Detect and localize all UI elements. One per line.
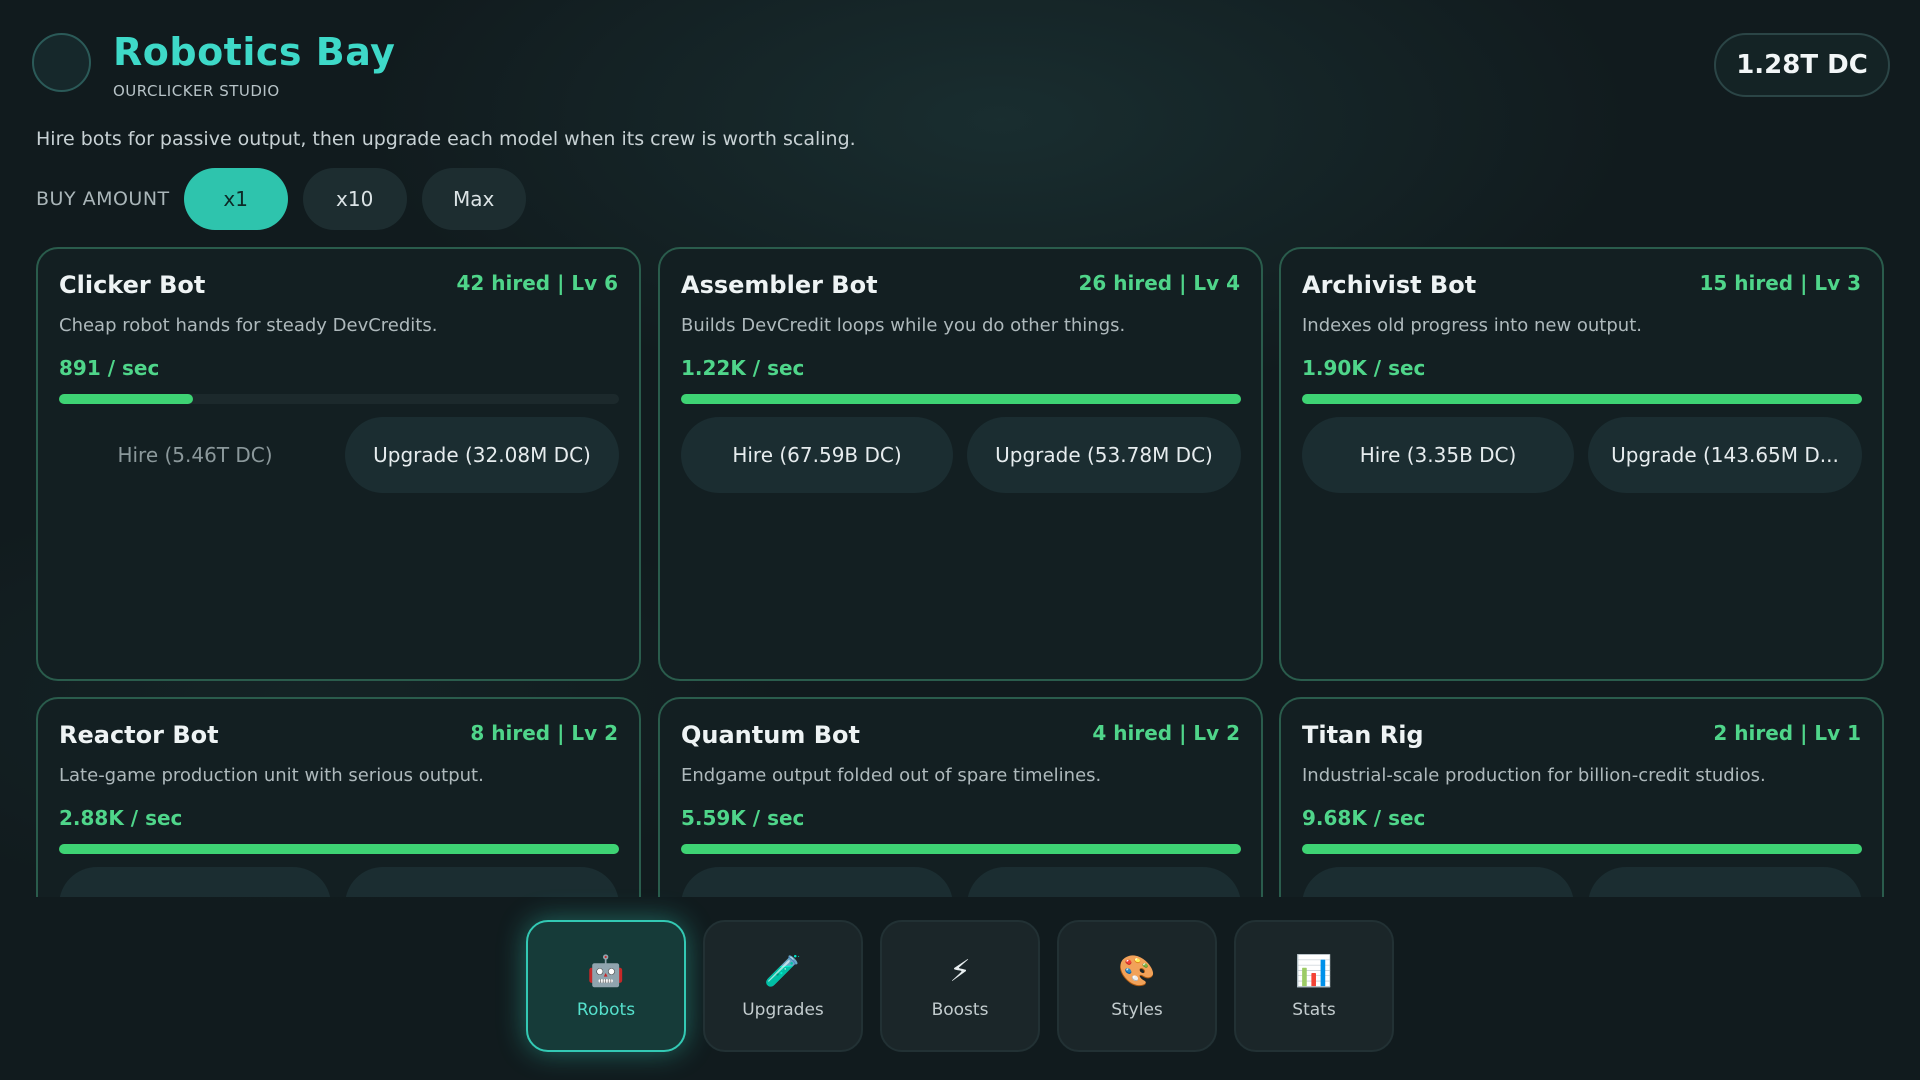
bot-description: Builds DevCredit loops while you do othe…	[681, 315, 1126, 336]
nav-label: Boosts	[931, 1000, 989, 1020]
bar-chart-icon: 📊	[1295, 954, 1333, 989]
bot-hired-level: 4 hired | Lv 2	[1092, 721, 1240, 745]
bot-name: Archivist Bot	[1302, 271, 1477, 299]
buy-amount-selector: BUY AMOUNT x1 x10 Max	[36, 168, 541, 230]
lightning-icon: ⚡	[949, 954, 971, 989]
bot-progress-bar	[681, 844, 1241, 854]
hire-button[interactable]	[59, 867, 331, 897]
hire-button[interactable]: Hire (5.46T DC)	[59, 417, 331, 493]
upgrade-button[interactable]	[1588, 867, 1862, 897]
progress-fill	[681, 844, 1241, 854]
bot-hired-level: 8 hired | Lv 2	[470, 721, 618, 745]
hire-button[interactable]: Hire (67.59B DC)	[681, 417, 953, 493]
nav-label: Stats	[1292, 1000, 1336, 1020]
nav-label: Styles	[1111, 1000, 1163, 1020]
bot-rate: 5.59K / sec	[681, 806, 805, 830]
bot-description: Industrial-scale production for billion-…	[1302, 765, 1766, 786]
bot-card-clicker: Clicker Bot 42 hired | Lv 6 Cheap robot …	[36, 247, 641, 681]
bot-progress-bar	[59, 394, 619, 404]
upgrade-button[interactable]: Upgrade (53.78M DC)	[967, 417, 1241, 493]
nav-tab-styles[interactable]: 🎨 Styles	[1057, 920, 1217, 1052]
hire-button[interactable]	[681, 867, 953, 897]
app-header: Robotics Bay OURCLICKER STUDIO 1.28T DC	[32, 30, 1890, 100]
nav-label: Robots	[576, 1000, 636, 1020]
progress-fill	[681, 394, 1241, 404]
bot-rate: 9.68K / sec	[1302, 806, 1426, 830]
bot-name: Reactor Bot	[59, 721, 219, 749]
bot-description: Cheap robot hands for steady DevCredits.	[59, 315, 438, 336]
bot-card-assembler: Assembler Bot 26 hired | Lv 4 Builds Dev…	[658, 247, 1263, 681]
progress-fill	[59, 394, 194, 404]
bot-name: Clicker Bot	[59, 271, 206, 299]
bot-progress-bar	[1302, 844, 1862, 854]
studio-name: OURCLICKER STUDIO	[113, 82, 280, 100]
bot-progress-bar	[681, 394, 1241, 404]
bot-hired-level: 2 hired | Lv 1	[1713, 721, 1861, 745]
nav-tab-robots[interactable]: 🤖 Robots	[526, 920, 686, 1052]
bot-rate: 1.90K / sec	[1302, 356, 1426, 380]
bot-hired-level: 26 hired | Lv 4	[1078, 271, 1240, 295]
nav-tab-stats[interactable]: 📊 Stats	[1234, 920, 1394, 1052]
bot-description: Late-game production unit with serious o…	[59, 765, 484, 786]
bot-progress-bar	[59, 844, 619, 854]
upgrade-button[interactable]	[967, 867, 1241, 897]
nav-label: Upgrades	[742, 1000, 824, 1020]
nav-tab-upgrades[interactable]: 🧪 Upgrades	[703, 920, 863, 1052]
robot-icon: 🤖	[587, 954, 625, 989]
bot-rate: 2.88K / sec	[59, 806, 183, 830]
buy-amount-label: BUY AMOUNT	[36, 188, 170, 210]
logo-icon	[32, 33, 91, 92]
palette-icon: 🎨	[1118, 954, 1156, 989]
hire-button[interactable]: Hire (3.35B DC)	[1302, 417, 1574, 493]
nav-tab-boosts[interactable]: ⚡ Boosts	[880, 920, 1040, 1052]
intro-text: Hire bots for passive output, then upgra…	[36, 128, 856, 150]
bot-card-titan: Titan Rig 2 hired | Lv 1 Industrial-scal…	[1279, 697, 1884, 897]
progress-fill	[59, 844, 619, 854]
bot-name: Quantum Bot	[681, 721, 860, 749]
balance-badge: 1.28T DC	[1714, 33, 1890, 97]
buy-x10-button[interactable]: x10	[302, 168, 407, 230]
bot-card-reactor: Reactor Bot 8 hired | Lv 2 Late-game pro…	[36, 697, 641, 897]
buy-x1-button[interactable]: x1	[183, 168, 288, 230]
upgrade-button[interactable]: Upgrade (143.65M D...	[1588, 417, 1862, 493]
bot-hired-level: 15 hired | Lv 3	[1699, 271, 1861, 295]
bot-grid[interactable]: Clicker Bot 42 hired | Lv 6 Cheap robot …	[36, 247, 1884, 897]
upgrade-button[interactable]	[345, 867, 619, 897]
bot-description: Endgame output folded out of spare timel…	[681, 765, 1102, 786]
upgrade-button[interactable]: Upgrade (32.08M DC)	[345, 417, 619, 493]
bot-card-quantum: Quantum Bot 4 hired | Lv 2 Endgame outpu…	[658, 697, 1263, 897]
progress-fill	[1302, 844, 1862, 854]
buy-max-button[interactable]: Max	[421, 168, 526, 230]
bot-card-archivist: Archivist Bot 15 hired | Lv 3 Indexes ol…	[1279, 247, 1884, 681]
bot-description: Indexes old progress into new output.	[1302, 315, 1642, 336]
bot-progress-bar	[1302, 394, 1862, 404]
progress-fill	[1302, 394, 1862, 404]
bot-rate: 891 / sec	[59, 356, 160, 380]
bot-name: Titan Rig	[1302, 721, 1424, 749]
bot-name: Assembler Bot	[681, 271, 878, 299]
bot-hired-level: 42 hired | Lv 6	[456, 271, 618, 295]
page-title: Robotics Bay	[113, 30, 396, 74]
test-tube-icon: 🧪	[764, 954, 802, 989]
bot-rate: 1.22K / sec	[681, 356, 805, 380]
hire-button[interactable]	[1302, 867, 1574, 897]
